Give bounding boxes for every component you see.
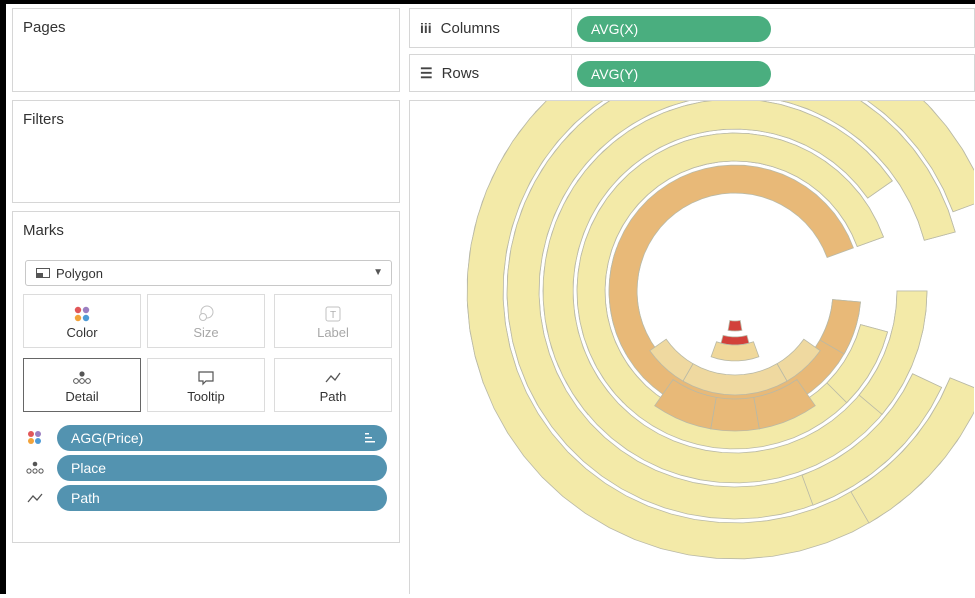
marks-field-path: Path xyxy=(25,485,399,511)
avg-x-pill[interactable]: AVG(X) xyxy=(577,16,771,42)
viz-canvas[interactable] xyxy=(409,22,975,594)
size-label: Size xyxy=(193,325,219,340)
marks-title: Marks xyxy=(23,222,64,239)
tooltip-icon xyxy=(198,371,214,386)
window-edge-top xyxy=(0,0,975,4)
filters-title: Filters xyxy=(23,111,64,128)
mark-type-dropdown[interactable]: Polygon ▼ xyxy=(25,260,392,286)
marks-card: Marks Polygon ▼ Color Size T Label Detai… xyxy=(12,211,400,543)
path-pill[interactable]: Path xyxy=(57,485,387,511)
filters-card[interactable]: Filters xyxy=(12,100,400,203)
color-icon xyxy=(74,306,90,322)
rows-label-text: Rows xyxy=(441,64,480,82)
seat-section-top-price[interactable] xyxy=(727,320,743,332)
label-text-icon: T xyxy=(325,306,341,322)
tooltip-button[interactable]: Tooltip xyxy=(147,358,265,412)
path-icon xyxy=(325,372,341,383)
price-pill[interactable]: AGG(Price) xyxy=(57,425,387,451)
columns-shelf-label: iii Columns xyxy=(410,9,572,47)
path-label: Path xyxy=(319,389,347,404)
polygon-mark-icon xyxy=(36,268,50,278)
path-button[interactable]: Path xyxy=(274,358,392,412)
color-label: Color xyxy=(66,325,98,340)
window-edge-left xyxy=(0,0,6,594)
columns-icon: iii xyxy=(420,20,432,36)
marks-field-place: Place xyxy=(25,455,399,481)
avg-x-label: AVG(X) xyxy=(591,21,639,37)
color-icon xyxy=(28,431,41,444)
rows-icon: ☰ xyxy=(420,64,433,81)
marks-field-price: AGG(Price) xyxy=(25,425,399,451)
detail-icon xyxy=(73,371,91,384)
label-label: Label xyxy=(317,325,349,340)
columns-label-text: Columns xyxy=(440,19,500,37)
chevron-down-icon: ▼ xyxy=(373,267,383,278)
pages-title: Pages xyxy=(23,19,66,36)
avg-y-pill[interactable]: AVG(Y) xyxy=(577,61,771,87)
detail-label: Detail xyxy=(65,389,99,404)
path-pill-label: Path xyxy=(71,490,100,506)
seat-section-top-price[interactable] xyxy=(720,334,750,346)
mark-type-value: Polygon xyxy=(56,265,103,281)
seating-chart[interactable] xyxy=(410,22,975,593)
seat-section-premium[interactable] xyxy=(710,396,760,432)
tooltip-label: Tooltip xyxy=(187,389,225,404)
size-button[interactable]: Size xyxy=(147,294,265,348)
svg-text:T: T xyxy=(330,310,336,321)
color-button[interactable]: Color xyxy=(23,294,141,348)
avg-y-label: AVG(Y) xyxy=(591,66,639,82)
sort-icon[interactable] xyxy=(365,432,375,443)
place-pill[interactable]: Place xyxy=(57,455,387,481)
size-icon xyxy=(199,305,214,321)
place-pill-label: Place xyxy=(71,460,107,476)
tableau-workspace: Pages Filters Marks Polygon ▼ Color Size xyxy=(0,0,975,594)
path-icon xyxy=(27,493,43,503)
label-button[interactable]: T Label xyxy=(274,294,392,348)
rows-shelf-label: ☰ Rows xyxy=(410,55,572,91)
detail-icon xyxy=(26,461,44,474)
detail-button[interactable]: Detail xyxy=(23,358,141,412)
price-pill-label: AGG(Price) xyxy=(71,430,144,446)
pages-card[interactable]: Pages xyxy=(12,8,400,92)
